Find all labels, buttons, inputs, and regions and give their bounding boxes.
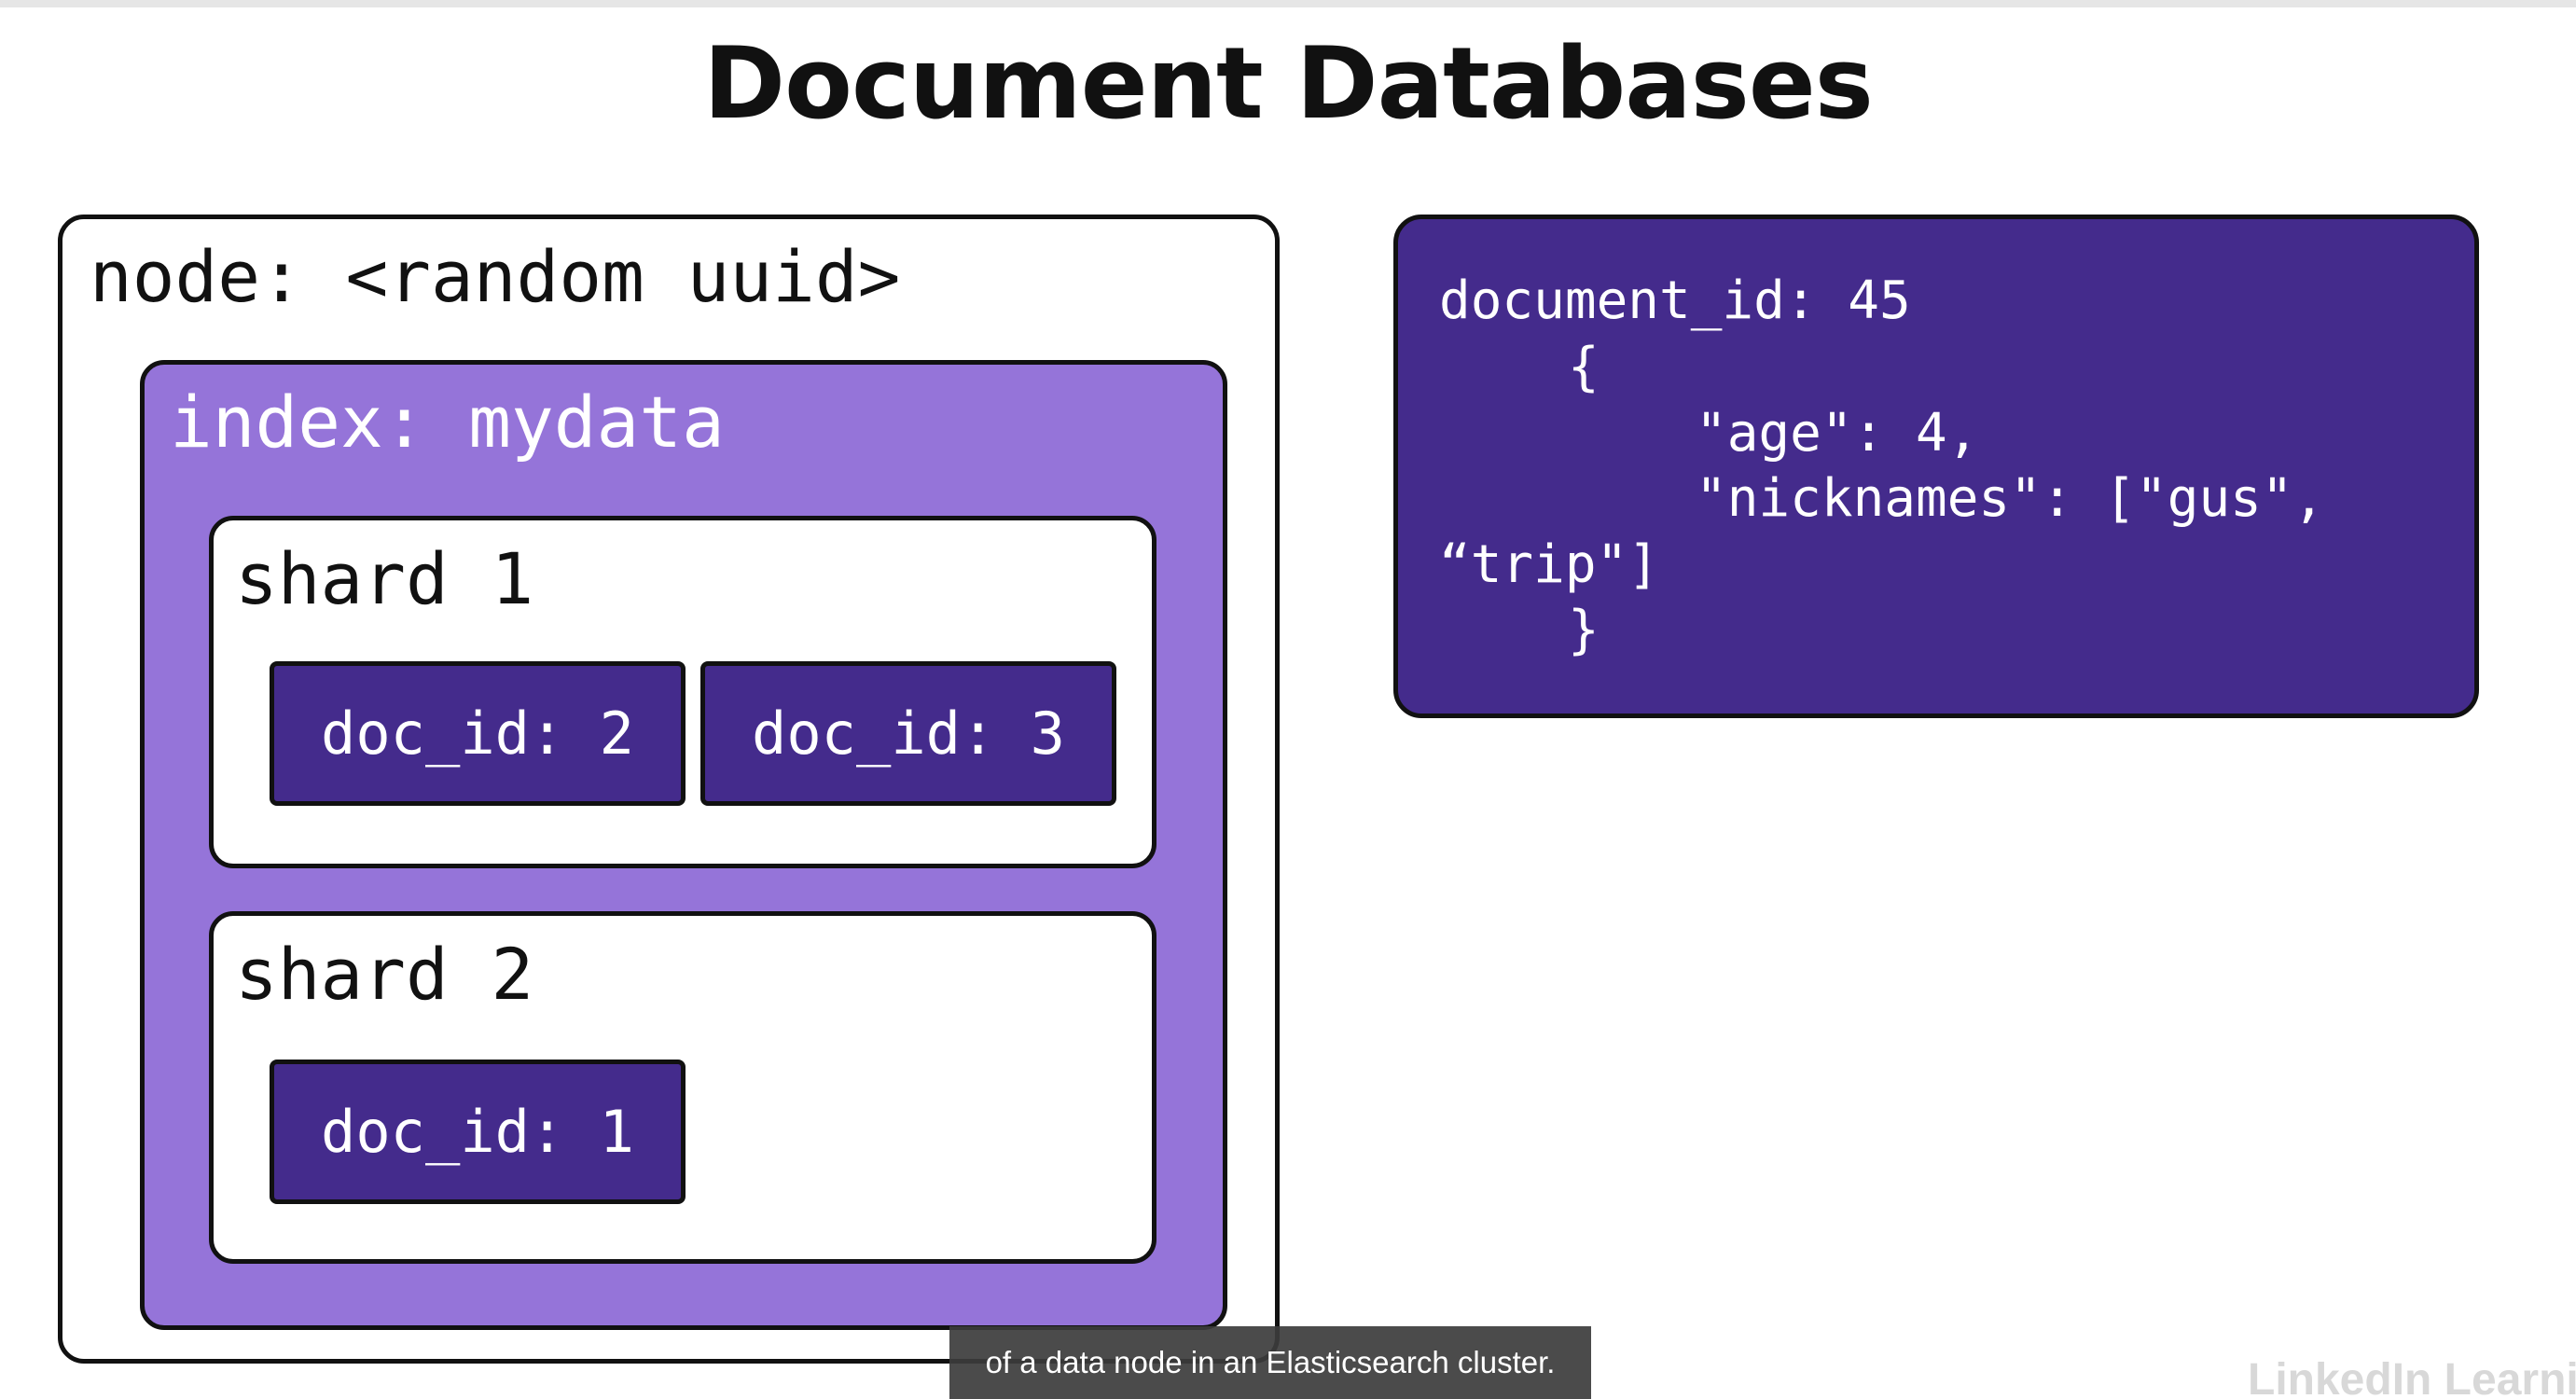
document-line: "nicknames": ["gus", (1696, 468, 2325, 529)
linkedin-learning-logo: LinkedIn Learning (2248, 1355, 2576, 1399)
document-line: } (1568, 600, 1600, 660)
node-label: node: <random uuid> (90, 235, 901, 318)
shard-1-label: shard 1 (235, 537, 534, 620)
index-label: index: mydata (170, 381, 725, 464)
document-line: "age": 4, (1696, 403, 1979, 464)
document-line: “trip"] (1439, 534, 1660, 595)
slide-title: Document Databases (703, 26, 1874, 141)
document-line: { (1568, 337, 1600, 397)
document-line: document_id: 45 (1439, 270, 1911, 331)
doc-box-2: doc_id: 2 (270, 661, 686, 806)
doc-box-1: doc_id: 1 (270, 1060, 686, 1204)
shard-2-label: shard 2 (235, 933, 534, 1016)
video-caption: of a data node in an Elasticsearch clust… (949, 1326, 1591, 1399)
top-border-strip (0, 0, 2576, 7)
doc-box-3: doc_id: 3 (700, 661, 1116, 806)
